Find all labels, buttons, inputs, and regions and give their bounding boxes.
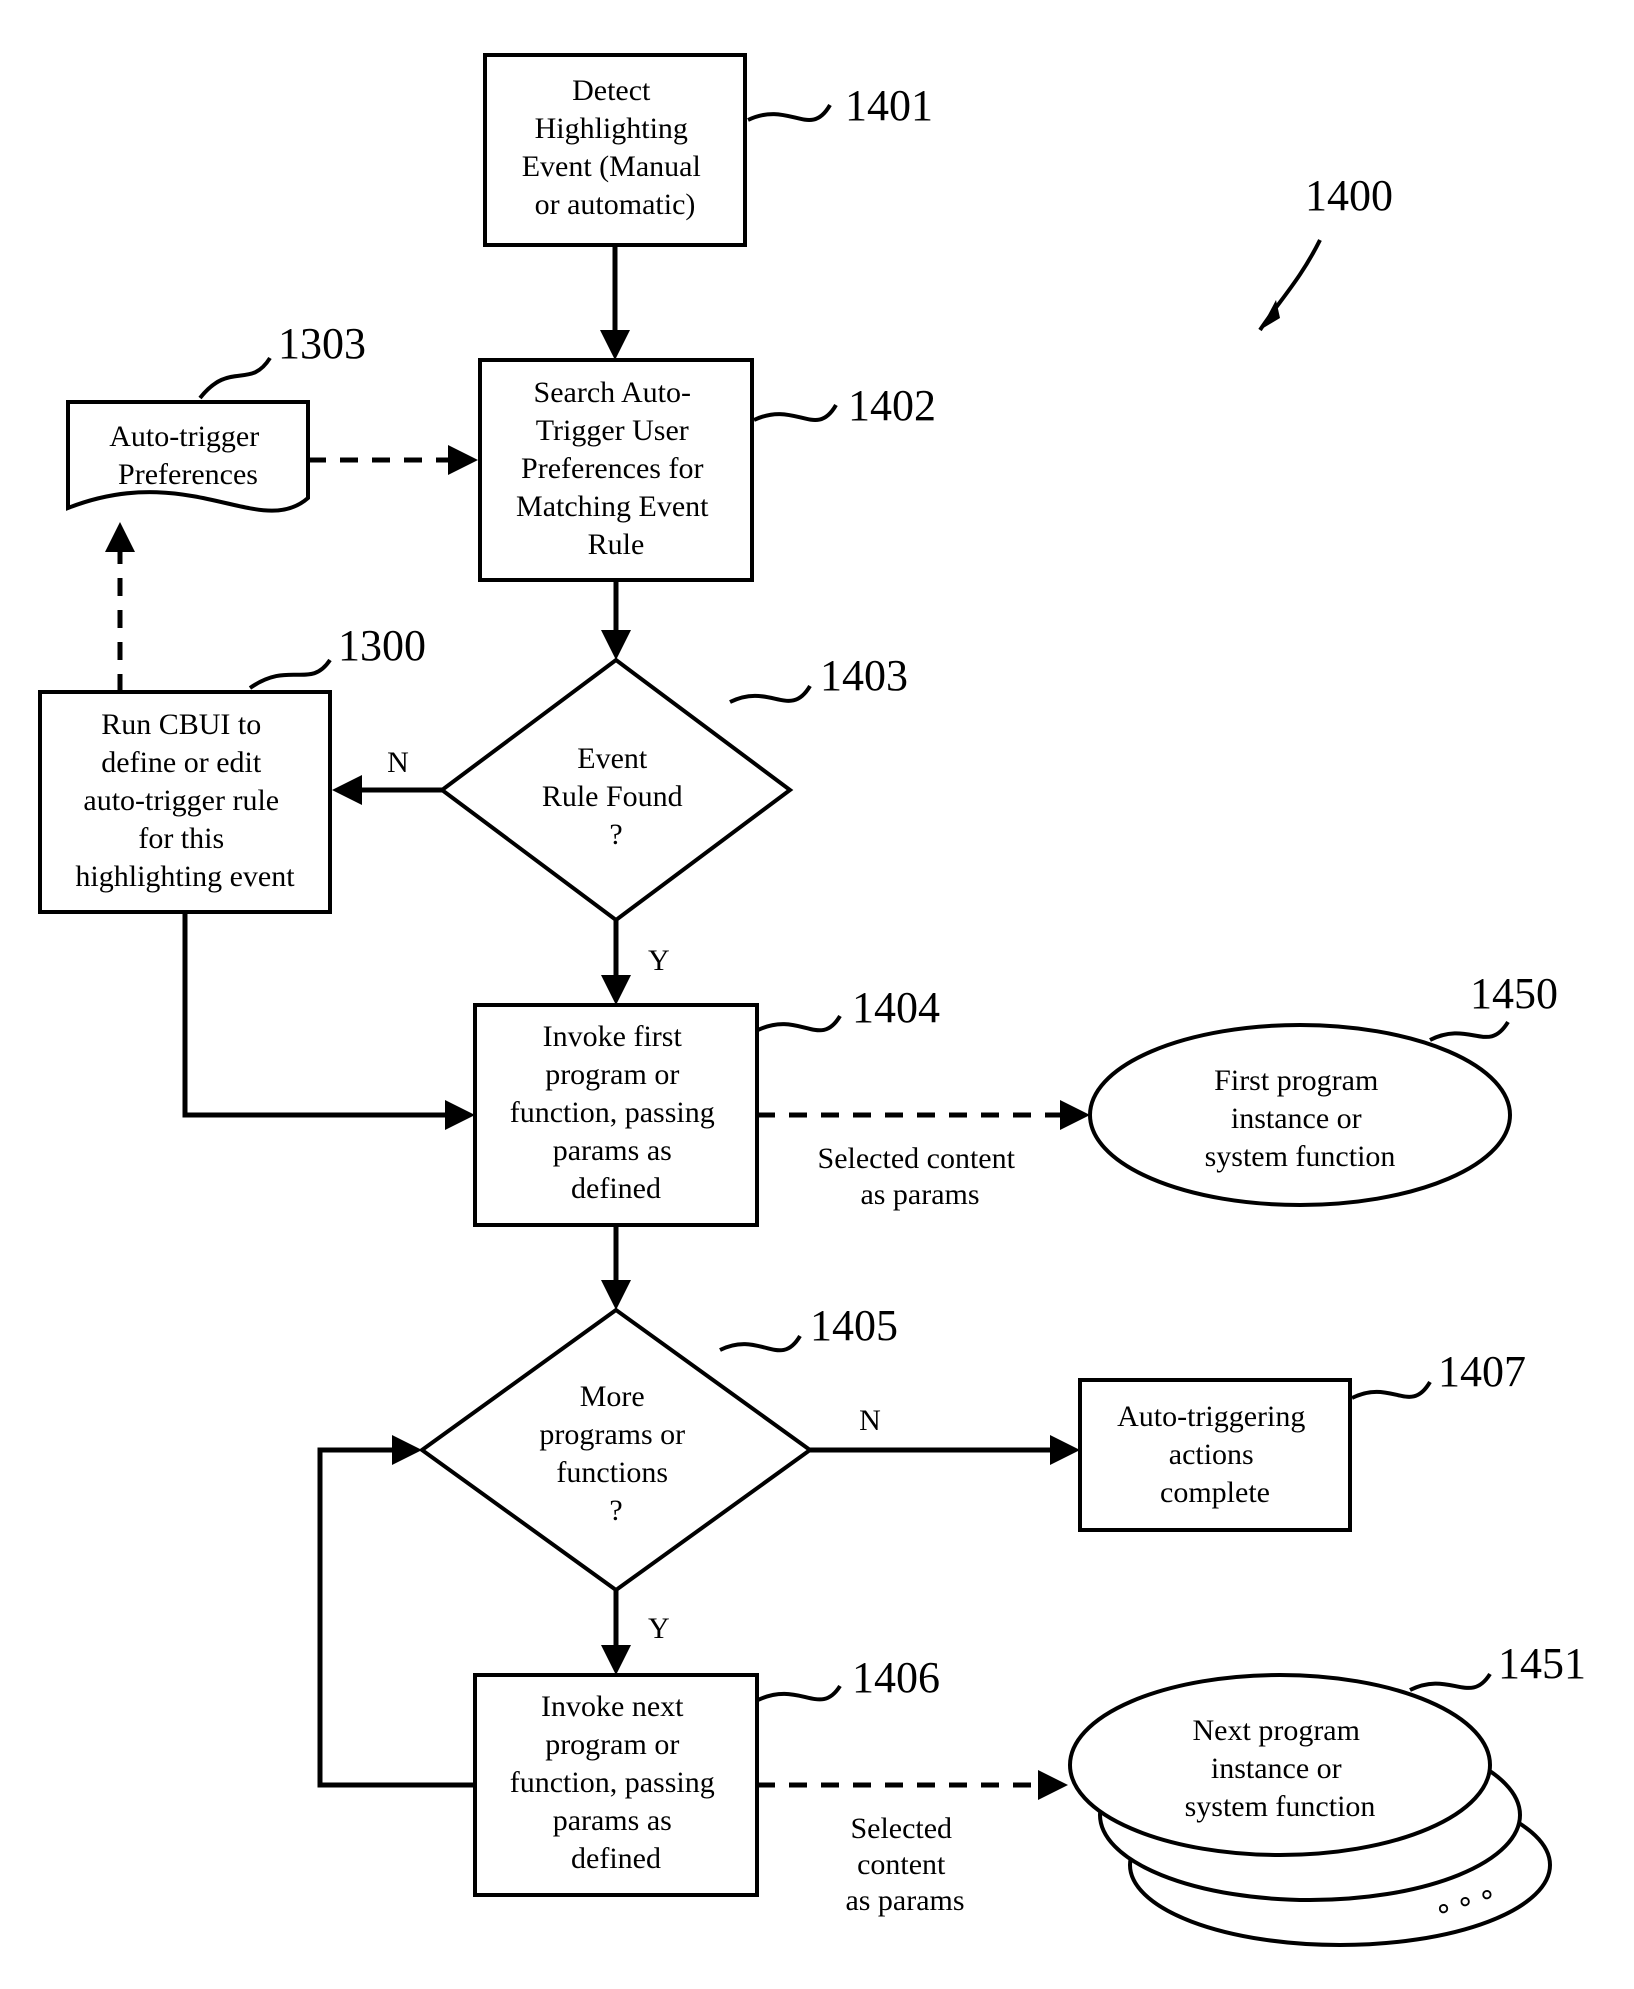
edge-1406-1405 xyxy=(320,1435,475,1785)
e1406-1451-l0: Selected xyxy=(850,1812,952,1845)
figure-label: 1400 xyxy=(1260,171,1393,330)
edge-1300-1404 xyxy=(185,912,475,1130)
n1407-l0: Auto-triggering xyxy=(1117,1400,1305,1433)
n1300-l1: define or edit xyxy=(101,746,262,779)
edge-1406-1451: Selected content as params xyxy=(757,1770,1068,1917)
ref-1303: 1303 xyxy=(278,319,366,368)
n1404-l4: defined xyxy=(571,1172,661,1205)
edge-1303-1402 xyxy=(308,445,478,475)
node-1401: Detect Highlighting Event (Manual or aut… xyxy=(485,55,933,245)
n1404-l0: Invoke first xyxy=(543,1020,683,1053)
node-1407: Auto-triggering actions complete 1407 xyxy=(1080,1347,1526,1530)
svg-text:Run CBUI to define or ed: Run CBUI to define or edit auto-trigger … xyxy=(75,708,295,893)
e1404-1450-l1: as params xyxy=(860,1178,979,1211)
edge-1405-1406: Y xyxy=(601,1590,670,1675)
edge-1405-1407: N xyxy=(810,1404,1080,1465)
n1402-l0: Search Auto- xyxy=(534,376,691,409)
edge-1404-1405 xyxy=(601,1225,631,1310)
ref-1300: 1300 xyxy=(338,621,426,670)
n1403-l1: Rule Found xyxy=(542,780,683,813)
n1402-l4: Rule xyxy=(588,528,645,561)
n1403-l0: Event xyxy=(577,742,648,775)
ref-1402: 1402 xyxy=(848,381,936,430)
ref-1407: 1407 xyxy=(1438,1347,1526,1396)
n1402-l3: Matching Event xyxy=(516,490,709,523)
edge-1403-1300: N xyxy=(332,746,442,805)
svg-text:Selected content a: Selected content as params xyxy=(845,1812,964,1917)
node-1450: First program instance or system functio… xyxy=(1090,969,1558,1205)
n1300-l4: highlighting event xyxy=(75,860,295,893)
n1401-l2: Event (Manual xyxy=(522,150,701,183)
n1402-l1: Trigger User xyxy=(536,414,689,447)
n1406-l0: Invoke next xyxy=(541,1690,684,1723)
n1451-l0: Next program xyxy=(1193,1714,1360,1747)
n1303-l1: Preferences xyxy=(118,458,258,491)
n1300-l0: Run CBUI to xyxy=(101,708,261,741)
edge-1403-1404: Y xyxy=(601,920,670,1005)
edge-1404-1450: Selected content as params xyxy=(757,1100,1090,1211)
n1402-l2: Preferences for xyxy=(521,452,703,485)
ref-1451: 1451 xyxy=(1498,1639,1586,1688)
ref-1406: 1406 xyxy=(852,1653,940,1702)
n1451-l1: instance or xyxy=(1211,1752,1342,1785)
n1406-l4: defined xyxy=(571,1842,661,1875)
ref-1450: 1450 xyxy=(1470,969,1558,1018)
n1406-l3: params as xyxy=(553,1804,672,1837)
n1407-l2: complete xyxy=(1160,1476,1270,1509)
n1405-l2: functions xyxy=(556,1456,668,1489)
n1404-l2: function, passing xyxy=(510,1096,715,1129)
node-1303: Auto-trigger Preferences 1303 xyxy=(68,319,366,511)
node-1451: Next program instance or system function… xyxy=(1070,1639,1586,1945)
ref-1405: 1405 xyxy=(810,1301,898,1350)
e1406-1451-l1: content xyxy=(857,1848,946,1881)
figure-label-text: 1400 xyxy=(1305,171,1393,220)
n1403-l2: ? xyxy=(609,818,622,851)
n1401-l1: Highlighting xyxy=(535,112,688,145)
n1405-l0: More xyxy=(580,1380,645,1413)
n1401-l3: or automatic) xyxy=(535,188,696,221)
n1401-l0: Detect xyxy=(572,74,651,107)
svg-text:Selected content as para: Selected content as params xyxy=(818,1142,1023,1211)
svg-text:First program instance o: First program instance or system functio… xyxy=(1205,1064,1396,1173)
label-1405-Y: Y xyxy=(648,1612,670,1645)
edge-1402-1403 xyxy=(601,580,631,660)
ref-1403: 1403 xyxy=(820,651,908,700)
e1406-1451-l2: as params xyxy=(845,1884,964,1917)
n1450-l1: instance or xyxy=(1231,1102,1362,1135)
ref-1404: 1404 xyxy=(852,983,940,1032)
e1404-1450-l0: Selected content xyxy=(818,1142,1016,1175)
n1406-l1: program or xyxy=(545,1728,679,1761)
n1300-l3: for this xyxy=(138,822,224,855)
node-1403: Event Rule Found ? 1403 xyxy=(442,651,908,920)
label-1405-N: N xyxy=(859,1404,881,1437)
node-1300: Run CBUI to define or edit auto-trigger … xyxy=(40,621,426,912)
svg-text:Next program instance or: Next program instance or system function xyxy=(1185,1714,1376,1823)
n1406-l2: function, passing xyxy=(510,1766,715,1799)
edge-1300-1303 xyxy=(105,522,135,692)
n1404-l1: program or xyxy=(545,1058,679,1091)
node-1405: More programs or functions ? 1405 xyxy=(422,1301,898,1590)
n1404-l3: params as xyxy=(553,1134,672,1167)
n1405-l1: programs or xyxy=(539,1418,685,1451)
label-1403-N: N xyxy=(387,746,409,779)
n1450-l2: system function xyxy=(1205,1140,1396,1173)
edge-1401-1402 xyxy=(600,245,630,360)
n1450-l0: First program xyxy=(1214,1064,1378,1097)
label-1403-Y: Y xyxy=(648,944,670,977)
n1303-l0: Auto-trigger xyxy=(109,420,259,453)
node-1402: Search Auto- Trigger User Preferences fo… xyxy=(480,360,936,580)
n1300-l2: auto-trigger rule xyxy=(83,784,279,817)
n1451-l2: system function xyxy=(1185,1790,1376,1823)
n1405-l3: ? xyxy=(609,1494,622,1527)
ref-1401: 1401 xyxy=(845,81,933,130)
n1407-l1: actions xyxy=(1169,1438,1254,1471)
flowchart-svg: Detect Highlighting Event (Manual or aut… xyxy=(0,0,1634,1989)
